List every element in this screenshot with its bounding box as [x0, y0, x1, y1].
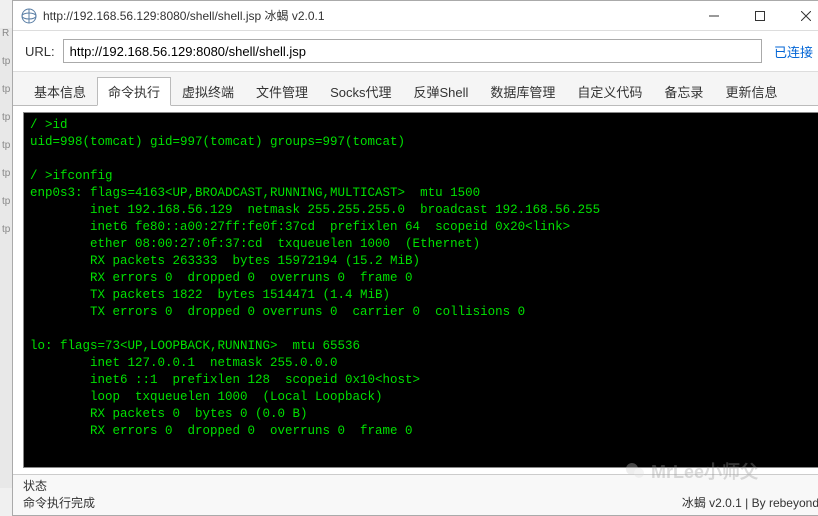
tab-memo[interactable]: 备忘录: [653, 77, 714, 106]
status-version: 冰蝎 v2.0.1 | By rebeyond: [682, 494, 818, 511]
title-left: http://192.168.56.129:8080/shell/shell.j…: [21, 7, 325, 24]
watermark: MrLee小师父: [625, 458, 758, 484]
status-message: 命令执行完成: [23, 494, 95, 511]
tab-command-exec[interactable]: 命令执行: [97, 77, 171, 106]
tab-database[interactable]: 数据库管理: [479, 77, 566, 106]
close-button[interactable]: [783, 1, 818, 31]
tab-socks-proxy[interactable]: Socks代理: [319, 77, 402, 106]
maximize-button[interactable]: [737, 1, 783, 31]
connection-status: 已连接: [770, 42, 817, 61]
wechat-icon: [625, 461, 645, 481]
url-label: URL:: [25, 44, 55, 59]
minimize-button[interactable]: [691, 1, 737, 31]
tab-virtual-terminal[interactable]: 虚拟终端: [171, 77, 245, 106]
tab-basic-info[interactable]: 基本信息: [23, 77, 97, 106]
window-controls: [691, 1, 818, 31]
main-window: http://192.168.56.129:8080/shell/shell.j…: [12, 0, 818, 516]
watermark-text: MrLee小师父: [651, 458, 758, 484]
url-input[interactable]: [63, 39, 762, 63]
tab-file-manager[interactable]: 文件管理: [245, 77, 319, 106]
terminal-output[interactable]: / >id uid=998(tomcat) gid=997(tomcat) gr…: [23, 112, 818, 468]
app-icon: [21, 8, 37, 24]
url-row: URL: 已连接: [13, 31, 818, 72]
tabs: 基本信息 命令执行 虚拟终端 文件管理 Socks代理 反弹Shell 数据库管…: [13, 72, 818, 106]
titlebar: http://192.168.56.129:8080/shell/shell.j…: [13, 1, 818, 31]
window-title: http://192.168.56.129:8080/shell/shell.j…: [43, 7, 325, 24]
tab-reverse-shell[interactable]: 反弹Shell: [402, 77, 479, 106]
tab-update-info[interactable]: 更新信息: [714, 77, 788, 106]
tab-custom-code[interactable]: 自定义代码: [566, 77, 653, 106]
